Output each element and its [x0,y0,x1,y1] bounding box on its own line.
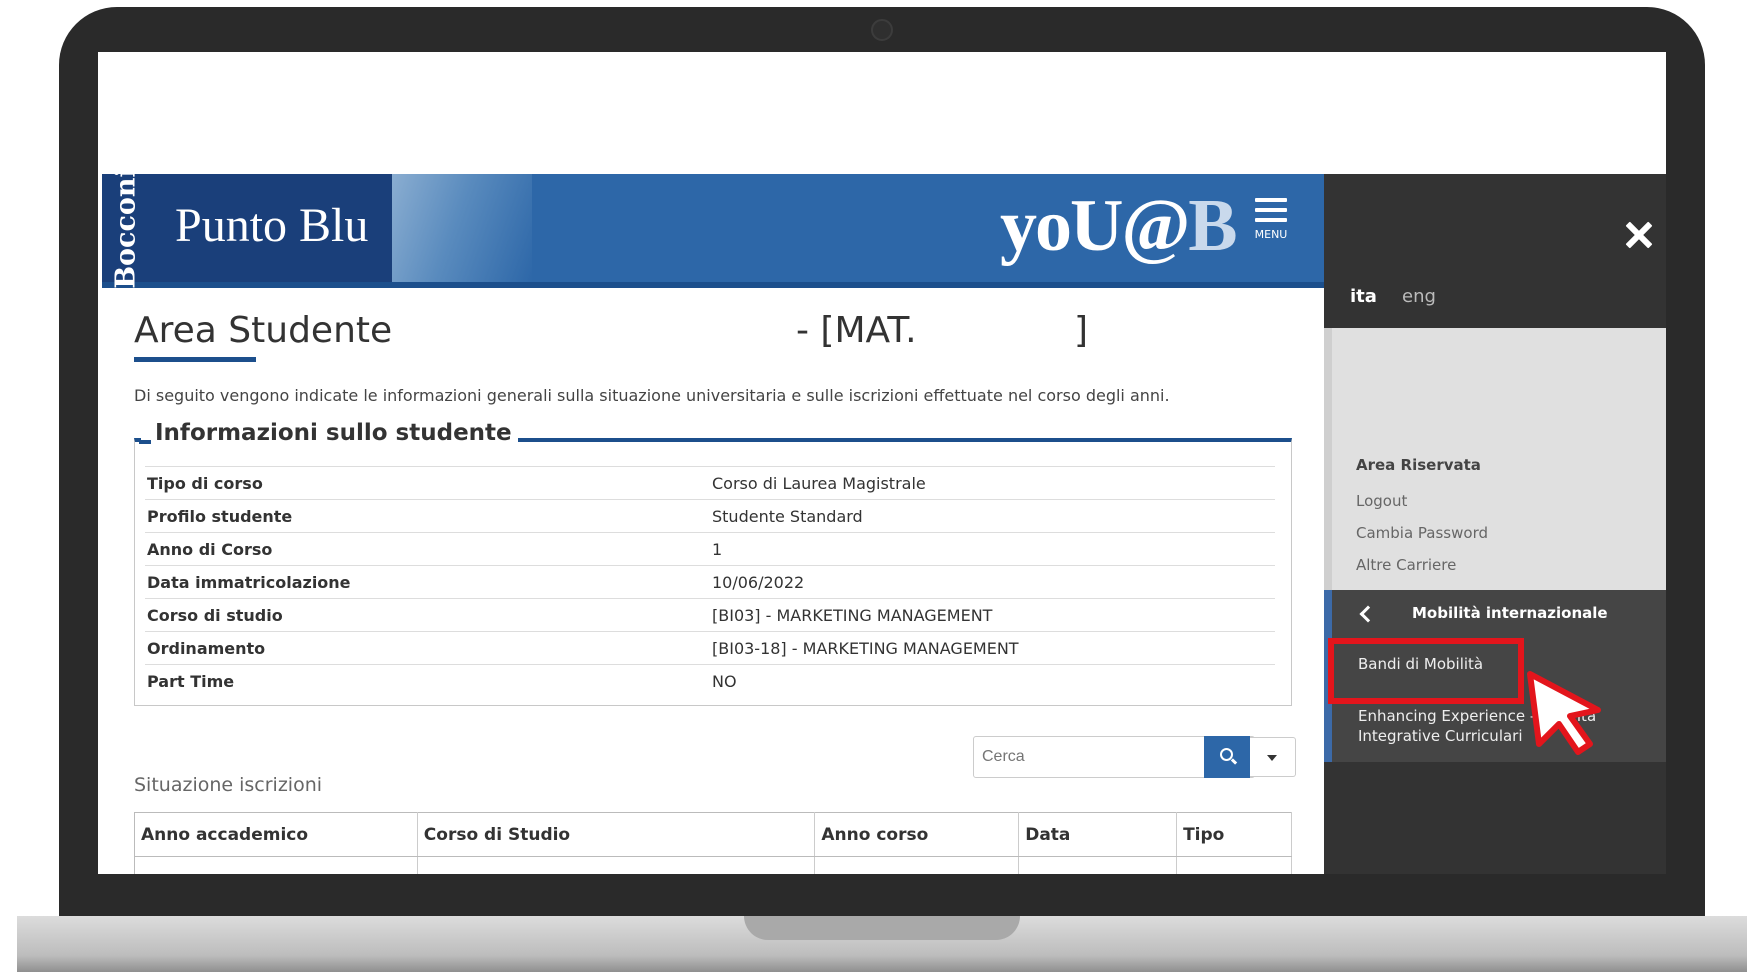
row-label: Anno di Corso [145,532,710,566]
search-options-dropdown[interactable] [1250,737,1296,777]
matricola-label: - [MAT. [796,310,917,351]
header-banner-image [392,174,532,282]
student-info-table: Tipo di corso Corso di Laurea Magistrale … [145,466,1275,698]
row-label: Profilo studente [145,499,710,533]
row-value: 1 [710,532,1275,566]
lang-ita[interactable]: ita [1350,286,1377,307]
enrollments-title: Situazione iscrizioni [134,774,323,796]
table-row: Data immatricolazione 10/06/2022 [145,565,1275,599]
row-value: [BI03] - MARKETING MANAGEMENT [710,598,1275,632]
close-icon[interactable] [1621,218,1655,252]
hamburger-icon-bar [1255,218,1287,222]
table-row: Corso di studio [BI03] - MARKETING MANAGE… [145,598,1275,632]
row-value: Studente Standard [710,499,1275,533]
heading-dash [139,440,151,444]
menu-button[interactable]: MENU [1249,198,1293,254]
cursor-arrow-icon [1527,671,1601,755]
change-password-link[interactable]: Cambia Password [1356,524,1488,542]
table-row: Profilo studente Studente Standard [145,499,1275,533]
brand-b: B [1188,185,1237,267]
lang-eng[interactable]: eng [1402,286,1436,307]
enrollments-table: Anno accademico Corso di Studio Anno cor… [134,812,1292,874]
caret-down-icon [1267,755,1277,761]
student-info-heading: Informazioni sullo studente [155,420,512,446]
integrative-curricular-link[interactable]: Integrative Curriculari [1358,726,1523,746]
hamburger-icon [1255,198,1287,202]
row-label: Part Time [145,664,710,698]
title-underline [134,357,256,362]
other-careers-link[interactable]: Altre Carriere [1356,556,1456,574]
row-value: [BI03-18] - MARKETING MANAGEMENT [710,631,1275,665]
search-group [973,736,1296,778]
logo-vertical-text: Bocconi [110,167,142,289]
brand-main: yoU@ [1000,185,1190,267]
laptop-notch [744,916,1020,940]
hamburger-icon-bar [1255,208,1287,212]
student-info-heading-wrap: Informazioni sullo studente [139,420,518,446]
column-header[interactable]: Corso di Studio [417,812,816,857]
matricola-bracket: ] [1074,310,1089,351]
row-value: Corso di Laurea Magistrale [710,466,1275,500]
table-row[interactable] [134,856,1292,874]
table-row: Tipo di corso Corso di Laurea Magistrale [145,466,1275,500]
column-header[interactable]: Anno accademico [134,812,418,857]
bocconi-logo[interactable]: Bocconi Punto Blu [102,167,392,289]
site-header: Bocconi Punto Blu yoU@B MENU [102,167,1324,289]
reserved-area-title: Area Riservata [1356,456,1481,474]
screen: Bocconi Punto Blu yoU@B MENU Area Studen… [98,52,1666,874]
row-label: Data immatricolazione [145,565,710,599]
row-value: 10/06/2022 [710,565,1275,599]
intro-text: Di seguito vengono indicate le informazi… [134,386,1170,405]
student-info-panel: Informazioni sullo studente Tipo di cors… [134,420,1292,706]
column-header[interactable]: Anno corso [814,812,1020,857]
column-header[interactable]: Data [1018,812,1178,857]
mobility-title: Mobilità internazionale [1412,604,1608,622]
webcam [871,19,893,41]
row-label: Ordinamento [145,631,710,665]
search-button[interactable] [1204,736,1250,778]
table-row: Ordinamento [BI03-18] - MARKETING MANAGEM… [145,631,1275,665]
logo-title: Punto Blu [175,199,369,252]
highlight-box [1328,638,1524,704]
youab-brand[interactable]: yoU@B [1000,184,1238,269]
reserved-area: Area Riservata Logout Cambia Password Al… [1324,328,1666,590]
menu-label: MENU [1254,228,1288,241]
chevron-left-icon[interactable] [1354,602,1380,626]
row-label: Tipo di corso [145,466,710,500]
table-row: Part Time NO [145,664,1275,698]
search-input[interactable] [974,737,1204,777]
row-value: NO [710,664,1275,698]
page-title: Area Studente [134,310,393,351]
side-menu: ita eng Area Riservata Logout Cambia Pas… [1324,174,1666,874]
search-icon-handle [1230,758,1238,765]
logout-link[interactable]: Logout [1356,492,1407,510]
table-header-row: Anno accademico Corso di Studio Anno cor… [134,812,1292,857]
row-label: Corso di studio [145,598,710,632]
column-header[interactable]: Tipo [1176,812,1292,857]
table-row: Anno di Corso 1 [145,532,1275,566]
